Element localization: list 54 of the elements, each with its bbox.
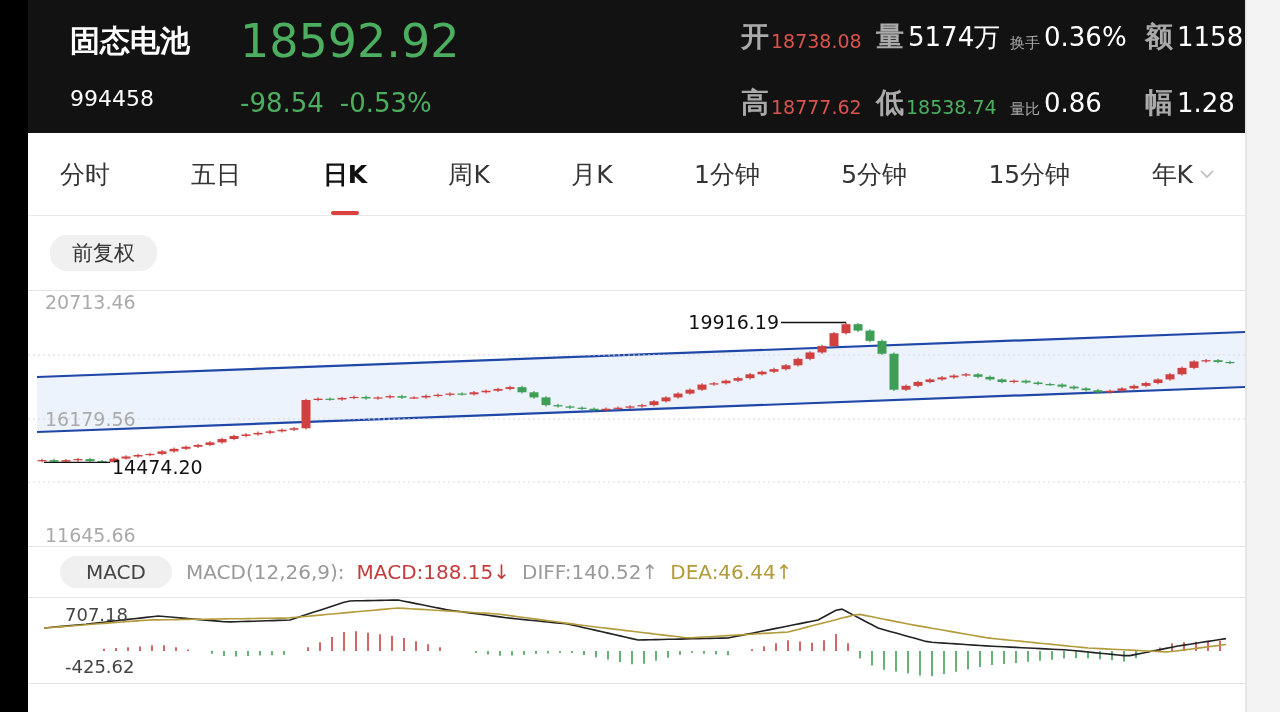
stat-value: 0.36%: [1044, 22, 1127, 52]
stat-label: 幅: [1145, 85, 1173, 121]
stat-value: 18777.62: [771, 96, 862, 118]
price-change: -98.54: [240, 88, 324, 118]
period-tab[interactable]: 15分钟: [988, 133, 1071, 215]
percent-change: -0.53%: [339, 88, 432, 118]
stat-label: 换手: [1010, 33, 1040, 53]
stat-label: 低: [876, 85, 904, 121]
period-tab[interactable]: 5分钟: [841, 133, 908, 215]
stat-value: 5174万: [908, 20, 1001, 54]
axis-label: 707.18: [65, 604, 128, 625]
price-extreme-label: 19916.19: [688, 311, 779, 334]
leader-line: [780, 321, 847, 324]
stat-value: 18738.08: [771, 30, 862, 52]
stat-value: 0.86: [1044, 88, 1102, 118]
period-tab[interactable]: 周K: [448, 133, 490, 215]
axis-label: -425.62: [65, 656, 135, 677]
axis-label: 11645.66: [45, 524, 136, 546]
period-tab[interactable]: 年K: [1151, 133, 1215, 215]
candlestick: [121, 454, 131, 461]
indicator-value: DEA:46.44↑: [670, 560, 793, 584]
axis-label: 16179.56: [45, 407, 136, 430]
price-adjust-button[interactable]: 前复权: [50, 235, 157, 271]
last-price: 18592.92: [240, 14, 460, 68]
candlestick: [1081, 386, 1091, 393]
stat-label: 额: [1145, 19, 1173, 55]
leader-line: [43, 461, 111, 463]
stat-label: 量: [876, 19, 904, 55]
candlestick: [937, 375, 947, 382]
candlestick: [373, 395, 383, 401]
stat-label: 量比: [1010, 99, 1040, 119]
period-tab[interactable]: 分时: [60, 133, 110, 215]
price-extreme-label: 14474.20: [112, 456, 203, 479]
indicator-value: MACD:188.15↓: [356, 560, 511, 584]
stock-name: 固态电池: [70, 21, 191, 60]
period-tab[interactable]: 五日: [191, 133, 242, 215]
indicator-params: MACD(12,26,9):: [185, 560, 345, 584]
stat-label: 开: [741, 19, 769, 55]
stat-value: 1158: [1177, 22, 1244, 52]
candlestick: [469, 390, 479, 397]
axis-label: 20713.46: [45, 291, 136, 313]
candlestick: [1093, 388, 1103, 395]
period-tab[interactable]: 日K: [322, 133, 368, 215]
stock-code: 994458: [70, 85, 155, 111]
indicator-value: DIFF:140.52↑: [522, 560, 659, 584]
candlestick: [1021, 378, 1031, 385]
stat-value: 18538.74: [906, 96, 997, 118]
candlestick: [181, 444, 191, 451]
stat-label: 高: [741, 85, 769, 121]
candlestick: [1057, 382, 1067, 389]
stat-value: 1.28: [1177, 88, 1235, 118]
period-tab[interactable]: 1分钟: [693, 133, 760, 215]
indicator-button[interactable]: MACD: [60, 556, 172, 588]
period-tab[interactable]: 月K: [571, 133, 613, 215]
